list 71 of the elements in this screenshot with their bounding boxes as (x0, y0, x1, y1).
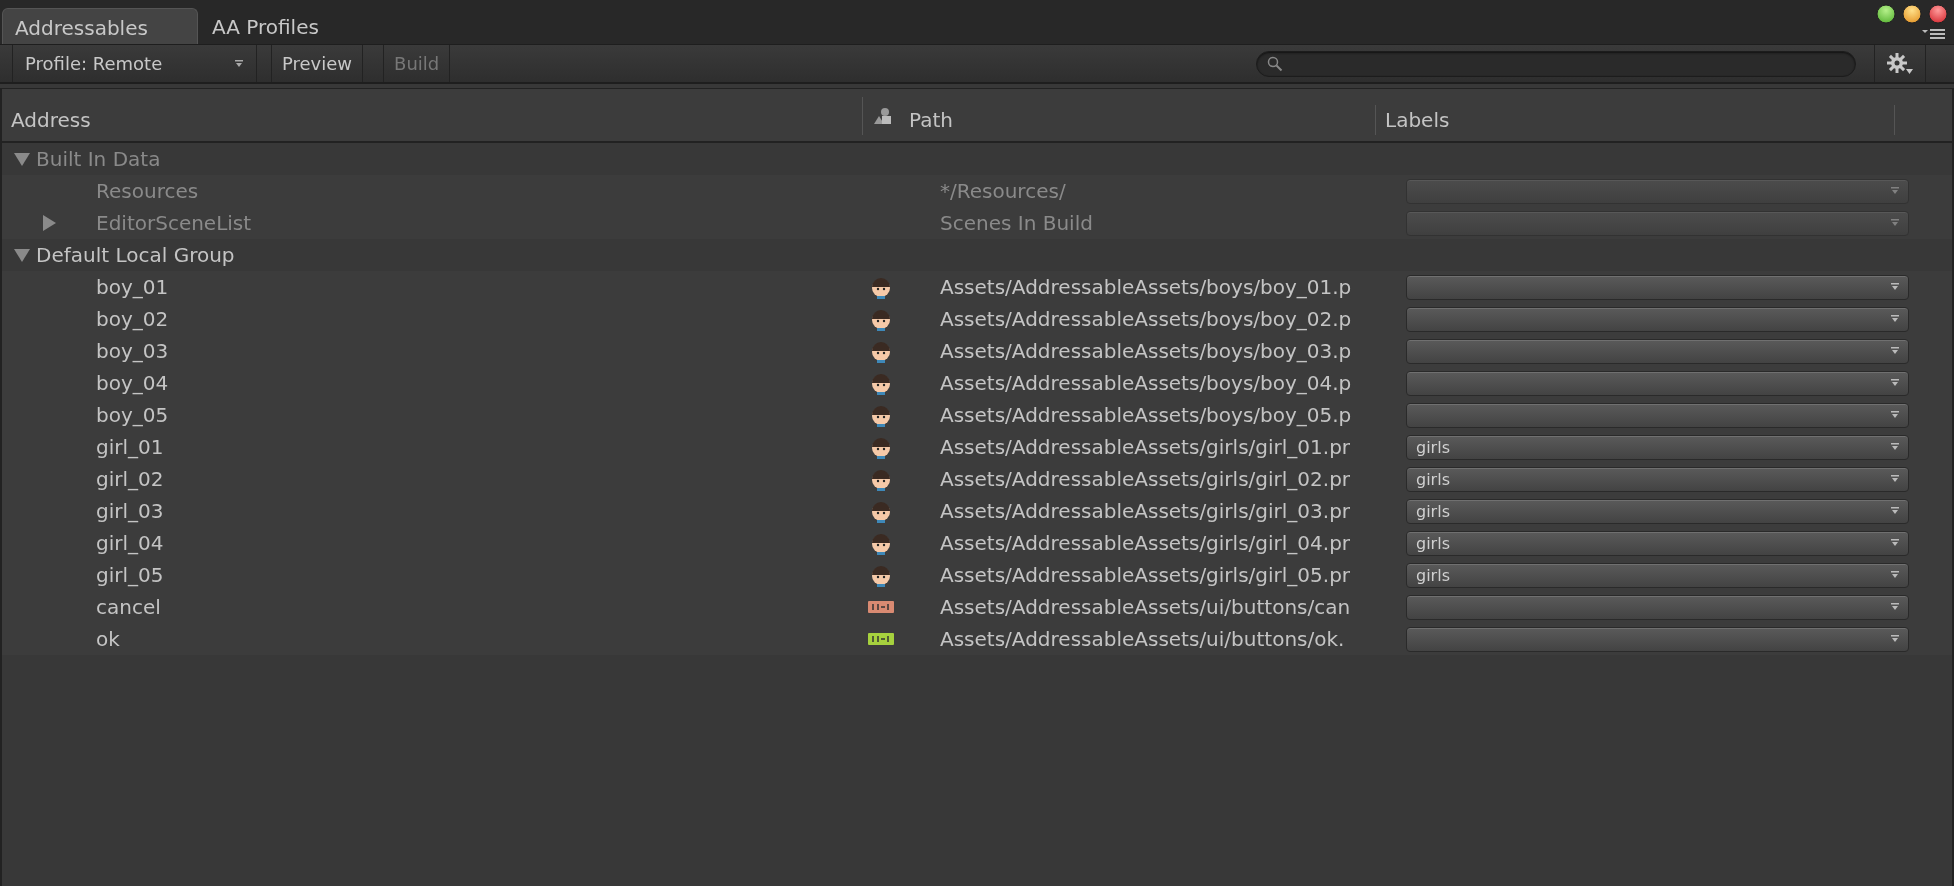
labels-dropdown[interactable]: girls (1406, 498, 1909, 524)
group-name[interactable]: Default Local Group (36, 243, 235, 267)
path-text: Assets/AddressableAssets/boys/boy_02.p (939, 307, 1353, 331)
address-text[interactable]: boy_04 (96, 371, 169, 395)
path-text: Assets/AddressableAssets/boys/boy_04.p (939, 371, 1353, 395)
expanded-arrow-icon[interactable] (14, 248, 30, 262)
caret-icon (1890, 539, 1900, 547)
caret-icon (1890, 283, 1900, 291)
path-text: Assets/AddressableAssets/girls/girl_05.pr (939, 563, 1352, 587)
caret-icon (1890, 443, 1900, 451)
maximize-button[interactable] (1876, 4, 1896, 24)
column-header[interactable]: Address (2, 105, 862, 135)
asset-type-icon (871, 107, 892, 125)
labels-dropdown[interactable]: girls (1406, 530, 1909, 556)
labels-dropdown[interactable]: girls (1406, 562, 1909, 588)
caret-icon (1890, 315, 1900, 323)
address-text[interactable]: boy_05 (96, 403, 169, 427)
address-text[interactable]: boy_02 (96, 307, 169, 331)
labels-dropdown[interactable] (1406, 306, 1909, 332)
labels-dropdown[interactable]: girls (1406, 434, 1909, 460)
path-text: Assets/AddressableAssets/girls/girl_02.pr (939, 467, 1352, 491)
profile-dropdown[interactable]: Profile: Remote (12, 45, 257, 82)
path-text: Scenes In Build (939, 211, 1094, 235)
labels-dropdown[interactable]: girls (1406, 466, 1909, 492)
menu-icon[interactable] (1922, 28, 1946, 40)
caret-icon (1890, 411, 1900, 419)
path-text: */Resources/ (939, 179, 1067, 203)
caret-icon (1890, 507, 1900, 515)
tab[interactable]: Addressables (2, 8, 198, 44)
path-text: Assets/AddressableAssets/girls/girl_04.pr (939, 531, 1352, 555)
caret-icon (1890, 475, 1900, 483)
search-field[interactable] (1256, 50, 1856, 77)
close-button[interactable] (1928, 4, 1948, 24)
caret-icon (1890, 379, 1900, 387)
address-text[interactable]: girl_02 (96, 467, 164, 491)
minimize-button[interactable] (1902, 4, 1922, 24)
caret-icon (234, 59, 244, 68)
address-text[interactable]: girl_05 (96, 563, 164, 587)
labels-dropdown[interactable] (1406, 626, 1909, 652)
address-text[interactable]: boy_01 (96, 275, 169, 299)
toolbar-button[interactable]: Preview (271, 45, 364, 82)
settings-icon[interactable] (1886, 51, 1914, 76)
caret-icon (1890, 187, 1900, 195)
address-text[interactable]: ok (96, 627, 120, 651)
address-text[interactable]: cancel (96, 595, 161, 619)
labels-dropdown[interactable] (1406, 402, 1909, 428)
path-text: Assets/AddressableAssets/boys/boy_03.p (939, 339, 1353, 363)
tab[interactable]: AA Profiles (200, 8, 396, 44)
search-icon (1267, 55, 1283, 72)
caret-icon (1890, 347, 1900, 355)
address-text[interactable]: girl_01 (96, 435, 164, 459)
caret-icon (1890, 219, 1900, 227)
labels-dropdown[interactable] (1406, 274, 1909, 300)
caret-icon (1890, 571, 1900, 579)
path-text: Assets/AddressableAssets/ui/buttons/ok. (939, 627, 1346, 651)
labels-dropdown[interactable] (1406, 210, 1909, 236)
labels-dropdown[interactable] (1406, 594, 1909, 620)
caret-icon (1890, 635, 1900, 643)
column-header[interactable]: Labels (1375, 105, 1895, 135)
labels-dropdown[interactable] (1406, 178, 1909, 204)
caret-icon (1890, 603, 1900, 611)
labels-dropdown[interactable] (1406, 370, 1909, 396)
address-text[interactable]: boy_03 (96, 339, 169, 363)
address-text[interactable]: girl_03 (96, 499, 164, 523)
labels-dropdown[interactable] (1406, 338, 1909, 364)
address-text[interactable]: girl_04 (96, 531, 164, 555)
path-text: Assets/AddressableAssets/boys/boy_05.p (939, 403, 1353, 427)
path-text: Assets/AddressableAssets/girls/girl_01.pr (939, 435, 1352, 459)
path-text: Assets/AddressableAssets/boys/boy_01.p (939, 275, 1353, 299)
path-text: Assets/AddressableAssets/girls/girl_03.pr (939, 499, 1352, 523)
path-text: Assets/AddressableAssets/ui/buttons/can (939, 595, 1352, 619)
